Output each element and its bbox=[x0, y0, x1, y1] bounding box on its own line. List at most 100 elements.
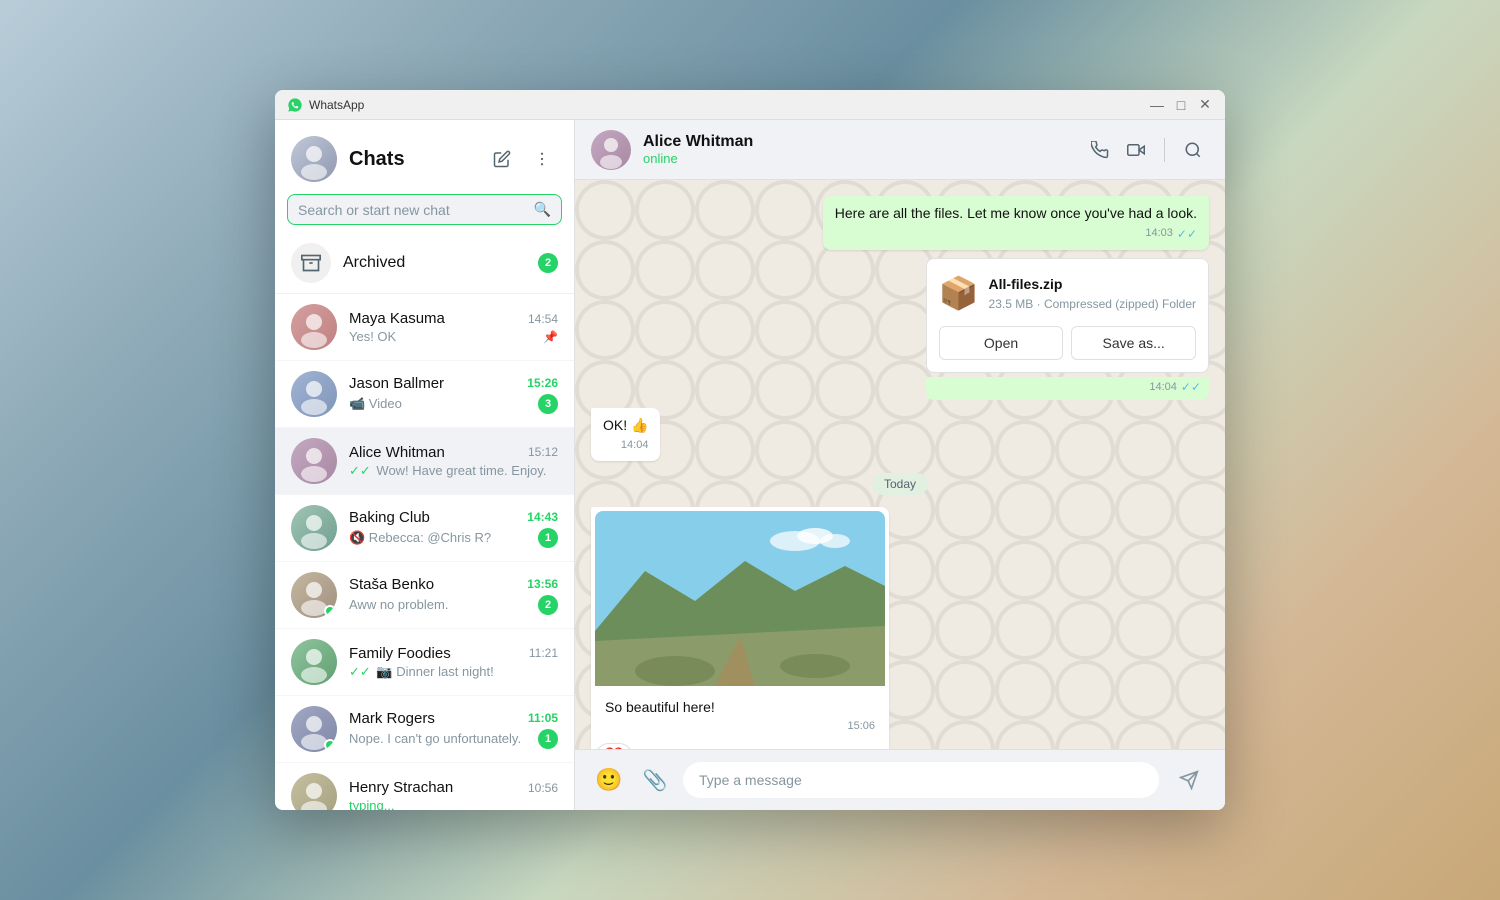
chat-info-alice: Alice Whitman 15:12 ✓✓ Wow! Have great t… bbox=[349, 444, 558, 479]
window-controls: — □ ✕ bbox=[1149, 97, 1213, 113]
message-text-3: OK! 👍 bbox=[603, 416, 648, 436]
minimize-button[interactable]: — bbox=[1149, 97, 1165, 113]
right-panel: Alice Whitman online bbox=[575, 120, 1225, 810]
search-input[interactable] bbox=[298, 202, 534, 218]
chat-name-family: Family Foodies bbox=[349, 645, 451, 662]
message-bubble-1: Here are all the files. Let me know once… bbox=[823, 196, 1209, 250]
chat-preview-stasa: Aww no problem. bbox=[349, 597, 534, 612]
app-body: Chats bbox=[275, 120, 1225, 810]
message-time-1: 14:03 bbox=[1145, 226, 1173, 241]
chat-header: Alice Whitman online bbox=[575, 120, 1225, 180]
search-bar: 🔍 bbox=[275, 190, 574, 233]
chat-name-henry: Henry Strachan bbox=[349, 779, 453, 796]
chat-preview-mark: Nope. I can't go unfortunately. bbox=[349, 731, 534, 746]
chat-preview-alice: ✓✓ Wow! Have great time. Enjoy. bbox=[349, 463, 558, 479]
chat-name-mark: Mark Rogers bbox=[349, 710, 435, 727]
file-meta: 23.5 MB · Compressed (zipped) Folder bbox=[989, 296, 1196, 313]
attach-button[interactable]: 📎 bbox=[637, 762, 673, 798]
archived-row[interactable]: Archived 2 bbox=[275, 233, 574, 294]
date-divider: Today bbox=[591, 473, 1209, 495]
chat-header-avatar[interactable] bbox=[591, 130, 631, 170]
chat-time-mark: 11:05 bbox=[528, 711, 558, 725]
chats-title: Chats bbox=[349, 148, 486, 171]
photo-msg-time: 15:06 bbox=[847, 719, 875, 734]
emoji-button[interactable]: 🙂 bbox=[591, 762, 627, 798]
message-bubble-4: So beautiful here! 15:06 ❤️ bbox=[591, 507, 889, 749]
maximize-button[interactable]: □ bbox=[1173, 97, 1189, 113]
online-indicator-mark bbox=[324, 739, 336, 751]
avatar-alice bbox=[291, 438, 337, 484]
search-icon: 🔍 bbox=[534, 201, 551, 218]
avatar-stasa bbox=[291, 572, 337, 618]
chat-item-family[interactable]: Family Foodies 11:21 ✓✓ 📷 Dinner last ni… bbox=[275, 629, 574, 696]
chat-name-baking: Baking Club bbox=[349, 509, 430, 526]
chat-info-baking: Baking Club 14:43 🔇 Rebecca: @Chris R? 1 bbox=[349, 509, 558, 548]
left-panel: Chats bbox=[275, 120, 575, 810]
chat-item-alice[interactable]: Alice Whitman 15:12 ✓✓ Wow! Have great t… bbox=[275, 428, 574, 495]
chat-preview-baking: 🔇 Rebecca: @Chris R? bbox=[349, 530, 534, 546]
menu-button[interactable] bbox=[526, 143, 558, 175]
new-chat-button[interactable] bbox=[486, 143, 518, 175]
chat-time-maya: 14:54 bbox=[528, 312, 558, 326]
message-row-3: OK! 👍 14:04 bbox=[591, 408, 1209, 461]
search-chat-button[interactable] bbox=[1177, 134, 1209, 166]
message-row-4: So beautiful here! 15:06 ❤️ bbox=[591, 507, 1209, 749]
chat-name-stasa: Staša Benko bbox=[349, 576, 434, 593]
file-attachment: 📦 All-files.zip 23.5 MB · Compressed (zi… bbox=[926, 258, 1209, 373]
archive-icon bbox=[291, 243, 331, 283]
file-actions: Open Save as... bbox=[939, 326, 1196, 360]
close-button[interactable]: ✕ bbox=[1197, 97, 1213, 113]
whatsapp-logo-icon bbox=[287, 97, 303, 113]
voice-call-button[interactable] bbox=[1084, 134, 1116, 166]
photo-caption: So beautiful here! 15:06 bbox=[595, 692, 885, 739]
chat-badge-baking: 1 bbox=[538, 528, 558, 548]
archived-label: Archived bbox=[343, 254, 538, 272]
video-call-button[interactable] bbox=[1120, 134, 1152, 166]
title-bar: WhatsApp — □ ✕ bbox=[275, 90, 1225, 120]
chat-item-jason[interactable]: Jason Ballmer 15:26 📹 Video 3 bbox=[275, 361, 574, 428]
chat-item-maya[interactable]: Maya Kasuma 14:54 Yes! OK 📌 bbox=[275, 294, 574, 361]
message-input[interactable] bbox=[683, 762, 1159, 798]
chat-item-henry[interactable]: Henry Strachan 10:56 typing... bbox=[275, 763, 574, 810]
file-details: All-files.zip 23.5 MB · Compressed (zipp… bbox=[989, 275, 1196, 313]
mute-icon: 🔇 bbox=[349, 530, 365, 545]
chat-time-family: 11:21 bbox=[529, 646, 558, 660]
message-meta-3: 14:04 bbox=[603, 438, 648, 453]
message-reaction: ❤️ bbox=[595, 743, 633, 749]
chat-time-henry: 10:56 bbox=[528, 781, 558, 795]
save-file-button[interactable]: Save as... bbox=[1071, 326, 1196, 360]
double-check-icon: ✓✓ bbox=[349, 463, 371, 478]
chat-contact-name: Alice Whitman bbox=[643, 133, 1084, 151]
pin-icon-maya: 📌 bbox=[543, 330, 558, 344]
chat-item-stasa[interactable]: Staša Benko 13:56 Aww no problem. 2 bbox=[275, 562, 574, 629]
caption-text: So beautiful here! bbox=[605, 698, 875, 718]
chat-contact-status: online bbox=[643, 151, 1084, 166]
chat-name-alice: Alice Whitman bbox=[349, 444, 445, 461]
send-button[interactable] bbox=[1169, 760, 1209, 800]
user-avatar[interactable] bbox=[291, 136, 337, 182]
online-indicator-stasa bbox=[324, 605, 336, 617]
chat-preview-maya: Yes! OK bbox=[349, 329, 543, 344]
file-name: All-files.zip bbox=[989, 275, 1196, 295]
chat-time-stasa: 13:56 bbox=[527, 577, 558, 591]
app-window: WhatsApp — □ ✕ Chats bbox=[275, 90, 1225, 810]
chat-info-mark: Mark Rogers 11:05 Nope. I can't go unfor… bbox=[349, 710, 558, 749]
file-msg-time: 14:04 bbox=[1149, 380, 1177, 395]
chat-info-maya: Maya Kasuma 14:54 Yes! OK 📌 bbox=[349, 310, 558, 344]
chat-messages: Here are all the files. Let me know once… bbox=[575, 180, 1225, 749]
photo-message bbox=[595, 511, 885, 692]
zip-file-icon: 📦 bbox=[939, 271, 979, 316]
chat-badge-mark: 1 bbox=[538, 729, 558, 749]
avatar-baking bbox=[291, 505, 337, 551]
chats-header: Chats bbox=[275, 120, 574, 190]
open-file-button[interactable]: Open bbox=[939, 326, 1064, 360]
avatar-family bbox=[291, 639, 337, 685]
chat-item-baking[interactable]: Baking Club 14:43 🔇 Rebecca: @Chris R? 1 bbox=[275, 495, 574, 562]
chat-item-mark[interactable]: Mark Rogers 11:05 Nope. I can't go unfor… bbox=[275, 696, 574, 763]
message-meta-1: 14:03 ✓✓ bbox=[835, 226, 1197, 243]
chat-header-info: Alice Whitman online bbox=[643, 133, 1084, 166]
search-input-wrapper: 🔍 bbox=[287, 194, 562, 225]
file-type-separator: · bbox=[1037, 297, 1044, 311]
file-type: Compressed (zipped) Folder bbox=[1044, 297, 1196, 311]
chat-time-baking: 14:43 bbox=[527, 510, 558, 524]
